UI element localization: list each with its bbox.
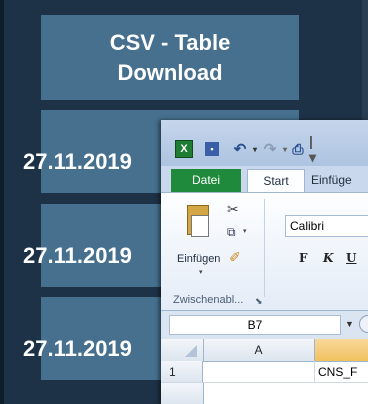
print-preview-icon[interactable]: ⎙ (289, 140, 307, 158)
name-box-dropdown-icon[interactable]: ▼ (345, 319, 354, 329)
csv-table-download-button[interactable]: CSV - Table Download (41, 15, 299, 100)
italic-button[interactable]: K (323, 251, 333, 265)
clipboard-group-label: Zwischenabl... (173, 294, 244, 306)
cell-a1[interactable] (203, 361, 315, 383)
ribbon-group-divider (264, 199, 265, 297)
formula-bar: B7 ▼ (161, 310, 368, 339)
csv-button-line1: CSV - Table (109, 30, 231, 55)
bold-button[interactable]: F (299, 251, 308, 265)
dialog-launcher-icon[interactable]: ⬊ (255, 296, 263, 307)
csv-button-line2: Download (117, 60, 223, 85)
name-box[interactable]: B7 (169, 315, 341, 335)
format-painter-icon[interactable]: ✐ (229, 249, 241, 266)
paste-button-label[interactable]: Einfügen (177, 253, 220, 265)
ribbon: ✂ ⧉ ▾ ✐ Einfügen ▾ Calibri F K U Zwische… (161, 192, 368, 311)
paste-dropdown-icon[interactable]: ▾ (199, 268, 203, 276)
worksheet-grid: A 1 CNS_F (161, 339, 368, 404)
customize-toolbar-icon[interactable]: |▾ (309, 133, 317, 165)
excel-app-icon[interactable]: X (175, 140, 193, 158)
cell-b1[interactable]: CNS_F (315, 361, 368, 383)
save-icon[interactable]: ▪ (205, 142, 219, 156)
tab-start[interactable]: Start (247, 169, 305, 192)
tab-insert[interactable]: Einfüge (311, 169, 368, 192)
copy-dropdown-icon[interactable]: ▾ (243, 227, 247, 235)
select-all-icon (185, 345, 197, 357)
undo-icon[interactable]: ↶ (231, 140, 249, 158)
formula-bar-handle-icon[interactable] (359, 315, 368, 333)
table-row (161, 383, 368, 404)
column-headers: A (161, 339, 368, 362)
cut-icon[interactable]: ✂ (227, 201, 239, 218)
undo-dropdown-icon[interactable]: ▾ (251, 140, 259, 158)
quick-access-toolbar: X ▪ ↶ ▾ ↷ ▾ ⎙ |▾ (161, 120, 368, 166)
copy-icon[interactable]: ⧉ (227, 225, 236, 240)
paste-sheet-icon (191, 215, 209, 237)
ribbon-tabs: Datei Start Einfüge (161, 166, 368, 192)
select-all-corner[interactable] (161, 339, 204, 361)
column-header-a[interactable]: A (203, 339, 315, 361)
redo-dropdown-icon[interactable]: ▾ (281, 140, 289, 158)
excel-window: X ▪ ↶ ▾ ↷ ▾ ⎙ |▾ Datei Start Einfüge ✂ ⧉… (161, 120, 368, 404)
font-name-field[interactable]: Calibri (285, 215, 368, 237)
row-header-1[interactable]: 1 (161, 361, 203, 383)
underline-button[interactable]: U (346, 251, 356, 265)
column-header-b[interactable] (315, 339, 368, 361)
row-header-2[interactable] (161, 383, 204, 404)
redo-icon[interactable]: ↷ (261, 140, 279, 158)
tab-file[interactable]: Datei (171, 169, 241, 192)
panel-left-border (0, 0, 4, 404)
